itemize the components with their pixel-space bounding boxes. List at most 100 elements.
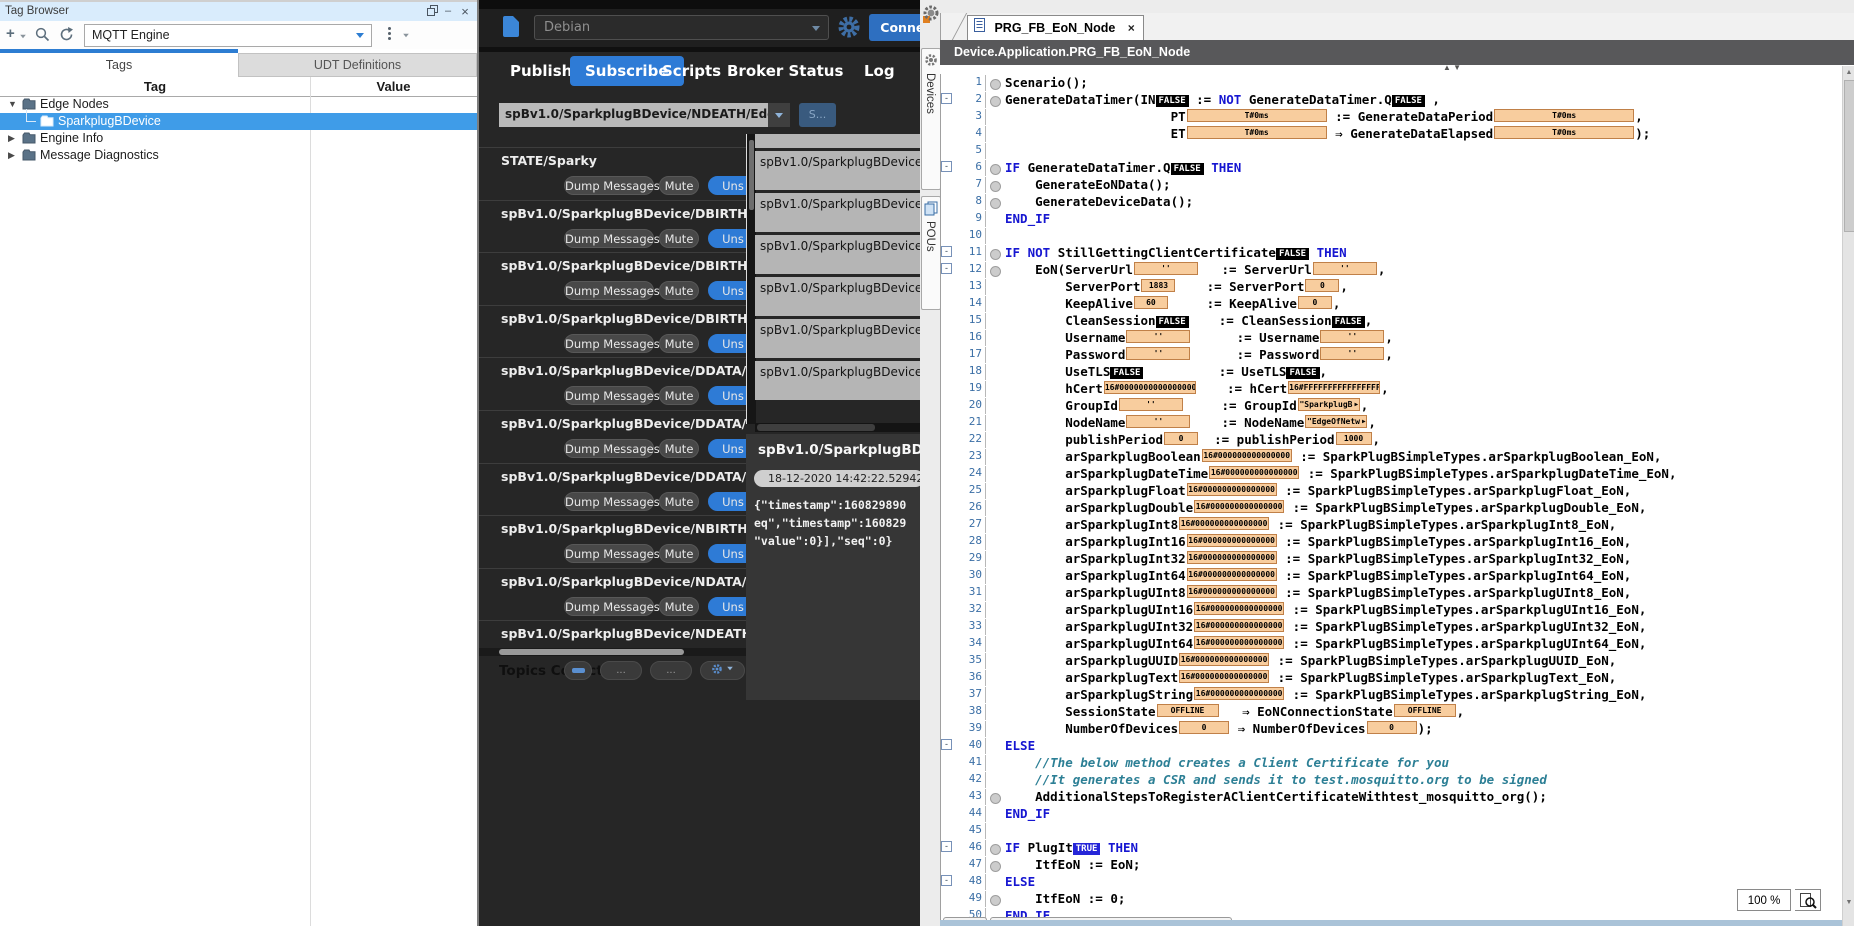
tab-log[interactable]: Log xyxy=(864,62,895,80)
scroll-up-icon[interactable]: ▲ xyxy=(1843,69,1854,76)
message-row[interactable]: spBv1.0/SparkplugBDevice/DDAT xyxy=(755,235,920,274)
gear-icon[interactable] xyxy=(837,15,861,43)
unsubscribe-button[interactable]: Uns xyxy=(708,544,746,563)
zoom-magnifier-icon[interactable] xyxy=(1795,889,1821,911)
column-header-tag[interactable]: Tag xyxy=(0,79,310,94)
column-header-value[interactable]: Value xyxy=(310,79,477,94)
dump-messages-button[interactable]: Dump Messages xyxy=(564,281,654,300)
dump-messages-button[interactable]: Dump Messages xyxy=(564,334,654,353)
close-icon[interactable]: × xyxy=(1128,21,1135,35)
splitter-collapse-icon[interactable]: ▲ ▼ xyxy=(1443,63,1461,72)
minimize-icon[interactable]: – xyxy=(441,5,455,18)
message-row[interactable]: spBv1.0/SparkplugBDevice/DDAT xyxy=(755,151,920,190)
unsubscribe-button[interactable]: Uns xyxy=(708,386,746,405)
profile-document-icon[interactable] xyxy=(503,16,519,37)
message-payload: {"timestamp":160829890 eq","timestamp":1… xyxy=(754,496,906,550)
column-divider[interactable] xyxy=(310,77,311,926)
side-tab-devices[interactable]: Devices xyxy=(921,48,941,190)
message-row[interactable]: spBv1.0/SparkplugBDevice/NDEA xyxy=(755,361,920,400)
tree-item-edge-nodes[interactable]: ▼Edge Nodes xyxy=(0,96,477,113)
mute-button[interactable]: Mute xyxy=(659,229,699,248)
scrollbar-thumb[interactable] xyxy=(1844,80,1854,232)
scrollbar-thumb[interactable] xyxy=(757,424,875,431)
message-hscrollbar[interactable] xyxy=(755,423,920,432)
topics-collector-button-2[interactable]: ... xyxy=(650,661,692,680)
mute-button[interactable]: Mute xyxy=(659,544,699,563)
dump-messages-button[interactable]: Dump Messages xyxy=(564,597,654,616)
mute-button[interactable]: Mute xyxy=(659,597,699,616)
editor-vscrollbar[interactable]: ▲ ▼ xyxy=(1842,66,1854,926)
dump-messages-button[interactable]: Dump Messages xyxy=(564,544,654,563)
dump-messages-button[interactable]: Dump Messages xyxy=(564,492,654,511)
tag-provider-select[interactable]: MQTT Engine xyxy=(84,24,372,47)
restore-icon[interactable] xyxy=(425,5,439,18)
fold-collapse-icon[interactable]: - xyxy=(941,263,952,274)
zoom-level[interactable]: 100 % xyxy=(1737,889,1791,911)
dump-messages-button[interactable]: Dump Messages xyxy=(564,176,654,195)
mute-button[interactable]: Mute xyxy=(659,281,699,300)
tree-collapsed-icon[interactable]: ▶ xyxy=(8,133,15,144)
expand-arrow-icon[interactable]: ▶ xyxy=(1362,418,1366,425)
dump-messages-button[interactable]: Dump Messages xyxy=(564,229,654,248)
dump-messages-button[interactable]: Dump Messages xyxy=(564,439,654,458)
search-icon[interactable] xyxy=(35,27,50,47)
subscribe-button[interactable]: S... xyxy=(799,103,836,127)
unsubscribe-button[interactable]: Uns xyxy=(708,176,746,195)
unsubscribe-button[interactable]: Uns xyxy=(708,229,746,248)
mute-button[interactable]: Mute xyxy=(659,439,699,458)
topic-input[interactable]: spBv1.0/SparkplugBDevice/NDEATH/EdgeOfNe… xyxy=(499,103,790,127)
fold-collapse-icon[interactable]: - xyxy=(941,739,952,750)
tree-item-engine-info[interactable]: ▶Engine Info xyxy=(0,130,477,147)
fold-collapse-icon[interactable]: - xyxy=(941,161,952,172)
fold-collapse-icon[interactable]: - xyxy=(941,93,952,104)
connect-button[interactable]: Connect xyxy=(869,14,920,41)
unsubscribe-button[interactable]: Uns xyxy=(708,281,746,300)
editor-tab-prg-fb-eon-node[interactable]: PRG_FB_EoN_Node × xyxy=(967,15,1144,41)
tree-collapsed-icon[interactable]: ▶ xyxy=(8,150,15,161)
scrollbar-thumb[interactable] xyxy=(749,140,754,210)
close-icon[interactable]: × xyxy=(458,5,472,18)
message-topic: spBv1.0/SparkplugBDevice/DDAT xyxy=(760,239,920,253)
dump-messages-button[interactable]: Dump Messages xyxy=(564,386,654,405)
more-options-caret-icon[interactable] xyxy=(403,34,409,38)
topic-dropdown-button[interactable] xyxy=(768,103,790,127)
mute-button[interactable]: Mute xyxy=(659,334,699,353)
add-tag-button[interactable]: + xyxy=(6,25,15,42)
monitor-value-box: OFFLINE xyxy=(1157,704,1219,717)
scrollbar-thumb[interactable] xyxy=(499,649,684,655)
scroll-down-icon[interactable]: ▼ xyxy=(1843,899,1854,906)
tag-browser-titlebar[interactable]: Tag Browser – × xyxy=(0,0,477,23)
topics-collector-toggle-button[interactable] xyxy=(564,661,592,680)
fold-collapse-icon[interactable]: - xyxy=(941,841,952,852)
subscription-hscrollbar[interactable] xyxy=(479,648,746,656)
fold-collapse-icon[interactable]: - xyxy=(941,875,952,886)
add-tag-caret-icon[interactable] xyxy=(20,35,26,39)
tree-expanded-icon[interactable]: ▼ xyxy=(8,99,17,109)
topics-collector-button-1[interactable]: ... xyxy=(600,661,642,680)
message-row[interactable]: spBv1.0/SparkplugBDevice/DDAT xyxy=(755,277,920,316)
tab-publish[interactable]: Publish xyxy=(510,62,572,80)
tab-udt-definitions[interactable]: UDT Definitions xyxy=(238,53,477,77)
tree-item-message-diagnostics[interactable]: ▶Message Diagnostics xyxy=(0,147,477,164)
side-tab-pous[interactable]: POUs xyxy=(921,196,941,310)
message-row[interactable]: spBv1.0/SparkplugBDevice/NDAT xyxy=(755,193,920,232)
fold-collapse-icon[interactable]: - xyxy=(941,246,952,257)
expand-arrow-icon[interactable]: ▶ xyxy=(1354,401,1358,408)
unsubscribe-button[interactable]: Uns xyxy=(708,334,746,353)
code-line: -46IF PlugItTRUE THEN xyxy=(941,839,1843,856)
tab-scripts[interactable]: Scripts xyxy=(662,62,721,80)
tab-broker-status[interactable]: Broker Status xyxy=(727,62,843,80)
unsubscribe-button[interactable]: Uns xyxy=(708,597,746,616)
message-row-partial[interactable] xyxy=(755,134,920,148)
message-row[interactable]: spBv1.0/SparkplugBDevice/DDAT xyxy=(755,319,920,358)
mute-button[interactable]: Mute xyxy=(659,176,699,195)
tree-item-sparkplugbdevice[interactable]: SparkplugBDevice xyxy=(0,113,477,130)
more-options-button[interactable] xyxy=(388,25,391,42)
profile-select[interactable]: Debian xyxy=(534,15,829,40)
mute-button[interactable]: Mute xyxy=(659,386,699,405)
topics-collector-settings-button[interactable] xyxy=(700,661,745,680)
mute-button[interactable]: Mute xyxy=(659,492,699,511)
unsubscribe-button[interactable]: Uns xyxy=(708,492,746,511)
refresh-icon[interactable] xyxy=(59,27,74,47)
unsubscribe-button[interactable]: Uns xyxy=(708,439,746,458)
